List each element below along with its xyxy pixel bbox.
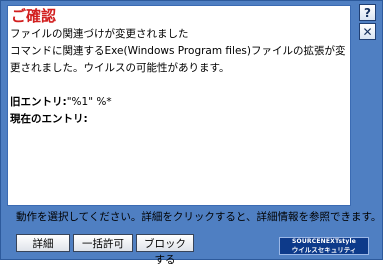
close-icon: ✕ — [362, 24, 373, 39]
question-icon: ? — [364, 5, 371, 20]
message-panel: ご確認 ファイルの関連づけが変更されました コマンドに関連するExe(Windo… — [7, 5, 351, 206]
details-button[interactable]: 詳細 — [16, 234, 70, 252]
message-body: ファイルの関連づけが変更されました コマンドに関連するExe(Windows P… — [10, 26, 348, 128]
old-entry-value: "%1" %* — [66, 96, 112, 108]
message-line: コマンドに関連するExe(Windows Program files)ファイルの… — [10, 45, 346, 57]
old-entry-row: 旧エントリ:"%1" %* — [10, 94, 348, 111]
old-entry-label: 旧エントリ: — [10, 96, 67, 108]
message-line: 更されました。ウイルスの可能性があります。 — [10, 62, 230, 74]
dialog-window: ご確認 ファイルの関連づけが変更されました コマンドに関連するExe(Windo… — [0, 0, 383, 266]
brand-logo-line1: SOURCENEXTstyle — [292, 238, 356, 245]
dialog-title: ご確認 — [11, 7, 57, 25]
block-button[interactable]: ブロックする — [136, 234, 194, 266]
message-line: ファイルの関連づけが変更されました — [10, 28, 189, 40]
current-entry-row: 現在のエントリ: — [10, 111, 348, 128]
help-button[interactable]: ? — [359, 4, 376, 21]
instruction-text: 動作を選択してください。詳細をクリックすると、詳細情報を参照できます。 — [16, 211, 382, 223]
brand-logo: SOURCENEXTstyle ウイルスセキュリティ — [279, 237, 369, 255]
brand-logo-line2: ウイルスセキュリティ — [291, 246, 357, 254]
current-entry-label: 現在のエントリ: — [10, 113, 88, 125]
allow-all-button[interactable]: 一括許可 — [73, 234, 133, 252]
close-button[interactable]: ✕ — [359, 23, 376, 40]
